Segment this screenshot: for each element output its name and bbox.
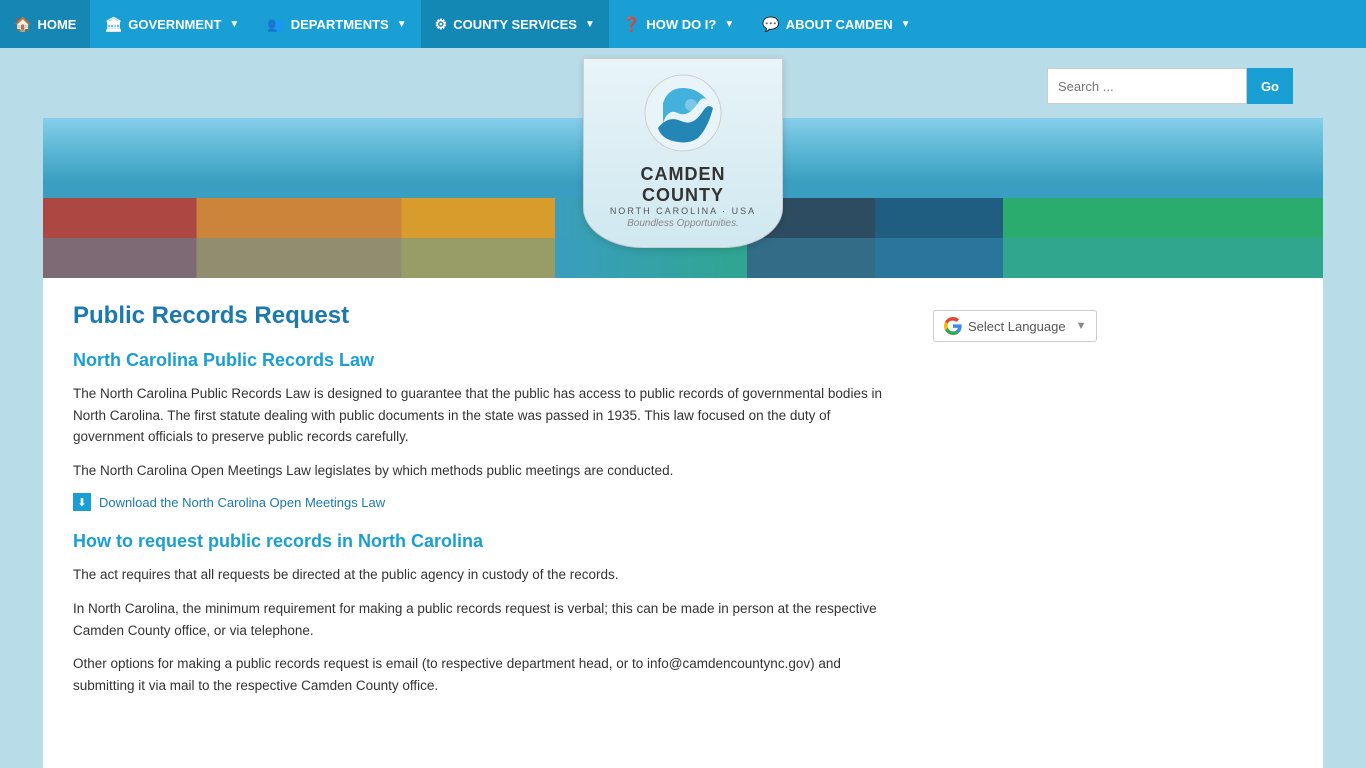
chevron-down-icon: ▼ (585, 19, 595, 30)
nav-home-label: HOME (37, 17, 76, 32)
logo-icon (643, 73, 723, 153)
logo-tagline: Boundless Opportunities. (600, 218, 766, 229)
nav-about-camden-label: ABOUT CAMDEN (786, 17, 893, 32)
page-title: Public Records Request (73, 302, 903, 330)
government-icon: 🏛 (104, 16, 122, 33)
sidebar: Select Language ▼ (933, 302, 1133, 716)
nav-about-camden[interactable]: 💬 ABOUT CAMDEN ▼ (748, 0, 924, 48)
page-wrapper: CAMDEN COUNTY NORTH CAROLINA · USA Bound… (43, 48, 1323, 768)
request-para-1: The act requires that all requests be di… (73, 564, 903, 586)
main-content: Public Records Request North Carolina Pu… (73, 302, 933, 716)
search-area: Go (1047, 68, 1293, 104)
download-open-meetings-link[interactable]: ⬇ Download the North Carolina Open Meeti… (73, 493, 903, 511)
download-link-label: Download the North Carolina Open Meeting… (99, 495, 385, 510)
nav-how-do-i-label: HOW DO I? (646, 17, 716, 32)
request-para-3: Other options for making a public record… (73, 653, 903, 696)
nav-county-services-label: COUNTY SERVICES (453, 17, 577, 32)
county-services-icon: ⚙ (435, 16, 448, 33)
home-icon: 🏠 (14, 16, 31, 33)
how-do-i-icon: ❓ (623, 16, 640, 33)
site-logo: CAMDEN COUNTY NORTH CAROLINA · USA Bound… (583, 58, 783, 248)
nav-government[interactable]: 🏛 GOVERNMENT ▼ (90, 0, 253, 48)
chevron-down-icon: ▼ (724, 19, 734, 30)
logo-text-sub: NORTH CAROLINA · USA (600, 206, 766, 216)
header-area: CAMDEN COUNTY NORTH CAROLINA · USA Bound… (43, 48, 1323, 278)
translate-dropdown-icon: ▼ (1076, 320, 1087, 332)
departments-icon: 👥 (267, 16, 284, 33)
section-heading-nc-law: North Carolina Public Records Law (73, 350, 903, 371)
section-heading-how-to-request: How to request public records in North C… (73, 531, 903, 552)
chevron-down-icon: ▼ (397, 19, 407, 30)
google-icon (944, 317, 962, 335)
main-navigation: 🏠 HOME 🏛 GOVERNMENT ▼ 👥 DEPARTMENTS ▼ ⚙ … (0, 0, 1366, 48)
request-para-2: In North Carolina, the minimum requireme… (73, 598, 903, 641)
translate-label: Select Language (968, 319, 1066, 334)
nav-home[interactable]: 🏠 HOME (0, 0, 90, 48)
nav-departments-label: DEPARTMENTS (291, 17, 389, 32)
nav-county-services[interactable]: ⚙ COUNTY SERVICES ▼ (421, 0, 609, 48)
nc-law-para-2: The North Carolina Open Meetings Law leg… (73, 460, 903, 482)
nc-law-para-1: The North Carolina Public Records Law is… (73, 383, 903, 448)
search-input[interactable] (1047, 68, 1247, 104)
chevron-down-icon: ▼ (229, 19, 239, 30)
section-how-to-request: How to request public records in North C… (73, 531, 903, 696)
download-icon: ⬇ (73, 493, 91, 511)
section-nc-law: North Carolina Public Records Law The No… (73, 350, 903, 511)
nav-departments[interactable]: 👥 DEPARTMENTS ▼ (253, 0, 420, 48)
chevron-down-icon: ▼ (901, 19, 911, 30)
search-button[interactable]: Go (1247, 68, 1293, 104)
logo-text-main: CAMDEN COUNTY (600, 164, 766, 206)
content-area: Public Records Request North Carolina Pu… (43, 278, 1323, 740)
translate-widget[interactable]: Select Language ▼ (933, 310, 1097, 342)
nav-government-label: GOVERNMENT (128, 17, 221, 32)
nav-how-do-i[interactable]: ❓ HOW DO I? ▼ (609, 0, 748, 48)
about-camden-icon: 💬 (762, 16, 779, 33)
